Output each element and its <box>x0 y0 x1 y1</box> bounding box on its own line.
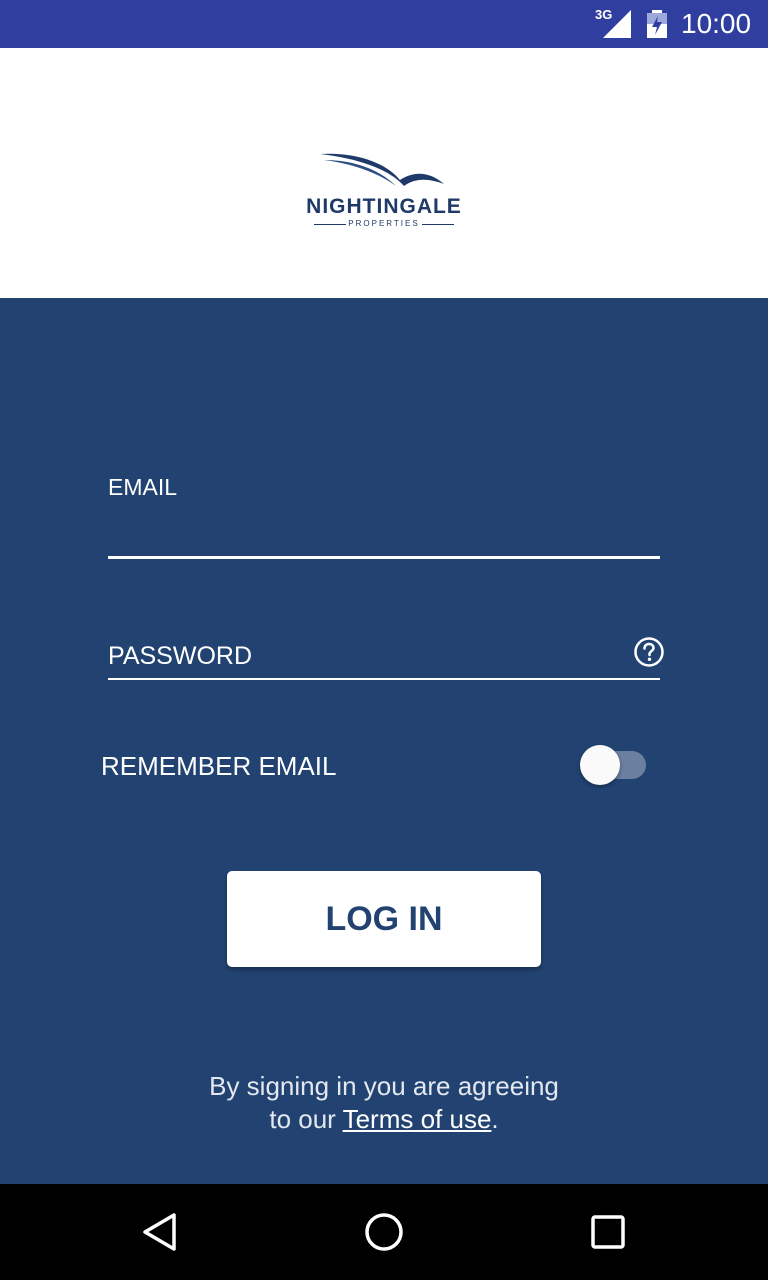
network-indicator: 3G <box>595 8 633 40</box>
terms-notice: By signing in you are agreeing to our Te… <box>0 1070 768 1136</box>
clock: 10:00 <box>681 8 752 39</box>
recents-icon[interactable] <box>584 1208 632 1256</box>
bird-swoosh-logo <box>320 153 444 186</box>
help-circle-icon[interactable] <box>633 636 665 668</box>
navigation-bar <box>0 1184 768 1280</box>
remember-email-label: REMEMBER EMAIL <box>101 751 337 781</box>
status-bar: 3G 10:00 <box>0 0 768 48</box>
battery-icon <box>647 10 667 38</box>
terms-prefix: to our <box>269 1104 343 1134</box>
header: NIGHTINGALE PROPERTIES <box>0 48 768 298</box>
logo-rule-right <box>422 224 454 225</box>
password-label: PASSWORD <box>108 642 252 670</box>
terms-of-use-link[interactable]: Terms of use <box>343 1104 492 1134</box>
email-label: EMAIL <box>108 474 178 500</box>
terms-line-1: By signing in you are agreeing <box>209 1071 559 1101</box>
email-field[interactable] <box>108 512 660 559</box>
signal-icon <box>603 10 631 38</box>
login-panel: EMAIL PASSWORD REMEMBER EMAIL LOG IN By … <box>0 298 768 1184</box>
terms-line-2: to our Terms of use. <box>0 1103 768 1136</box>
remember-email-toggle[interactable] <box>580 744 648 786</box>
toggle-thumb <box>580 745 620 785</box>
login-button[interactable]: LOG IN <box>227 871 541 967</box>
home-icon[interactable] <box>360 1208 408 1256</box>
back-icon[interactable] <box>136 1208 184 1256</box>
logo-name: NIGHTINGALE <box>306 195 462 218</box>
terms-suffix: . <box>491 1104 499 1134</box>
logo: NIGHTINGALE PROPERTIES <box>300 150 468 240</box>
password-field[interactable]: PASSWORD <box>108 634 664 680</box>
